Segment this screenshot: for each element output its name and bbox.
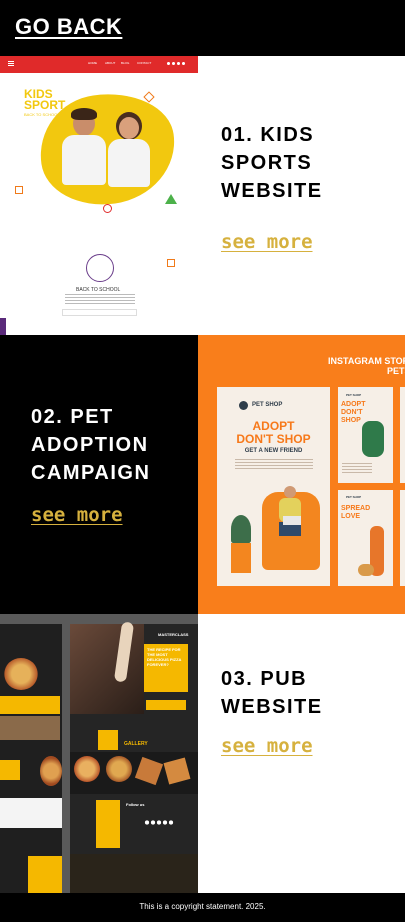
- back-to-school-heading: BACK TO SCHOOL: [76, 287, 121, 293]
- pet-adoption-thumbnail[interactable]: INSTAGRAM STORIES PETS PET SHOP ADOPT DO…: [198, 335, 405, 614]
- hands-dough-image: [70, 624, 144, 714]
- spread-love-headline: LOVE: [341, 513, 361, 520]
- kids-sport-logo: KIDS SPORT: [24, 87, 66, 112]
- see-more-link[interactable]: see more: [221, 231, 313, 253]
- shape-triangle-green: [165, 194, 177, 204]
- pizza-image: [40, 756, 62, 786]
- brand-name-small: PET SHOP: [346, 393, 362, 397]
- white-block: [0, 798, 62, 828]
- project-pub-website: MASTERCLASS THE RECIPE FOR THE MOST DELI…: [0, 614, 405, 893]
- social-icons: [144, 820, 174, 825]
- pizza-image: [106, 756, 132, 782]
- project-title-line: ADOPTION: [31, 434, 149, 456]
- story-card-small: PET SHOP SPREAD LOVE: [338, 490, 393, 586]
- person-illustration: [362, 421, 384, 457]
- yellow-block: [28, 856, 62, 893]
- adopt-small-headline: SHOP: [341, 417, 361, 424]
- story-card-edge: [400, 387, 405, 483]
- follow-label: Follow us: [126, 802, 145, 807]
- back-to-school-badge: [86, 254, 114, 282]
- plant-illustration: [231, 515, 251, 543]
- adopt-small-headline: DON'T: [341, 409, 363, 416]
- photo-block: [0, 716, 60, 740]
- menu-icon-mid: [8, 63, 14, 64]
- nav-item: CONTACT: [137, 61, 152, 65]
- copyright-text: This is a copyright statement. 2025.: [139, 902, 266, 911]
- brand-name: PET SHOP: [252, 402, 283, 408]
- project-title-line: SPORTS: [221, 152, 313, 174]
- spread-love-headline: SPREAD: [341, 505, 371, 512]
- purple-corner: [0, 318, 6, 335]
- body-text-lines: [342, 463, 372, 475]
- body-text-lines: [65, 294, 135, 304]
- story-card-main: PET SHOP ADOPT DON'T SHOP GET A NEW FRIE…: [217, 387, 330, 586]
- project-title-line: 03. PUB: [221, 668, 308, 690]
- project-title-line: 01. KIDS: [221, 124, 315, 146]
- pizza-image: [4, 658, 38, 690]
- project-title-line: WEBSITE: [221, 180, 323, 202]
- go-back-link[interactable]: GO BACK: [15, 14, 122, 40]
- adopt-headline: DON'T SHOP: [236, 432, 311, 446]
- pub-page-right: MASTERCLASS THE RECIPE FOR THE MOST DELI…: [70, 621, 198, 893]
- brand-name-small: PET SHOP: [346, 495, 362, 499]
- project-title-line: 02. PET: [31, 406, 114, 428]
- pub-page-left: [0, 624, 62, 893]
- masterclass-label: MASTERCLASS: [158, 632, 189, 637]
- nav-item: BLOG: [121, 61, 130, 65]
- project-kids-sports: HOME ABOUT BLOG CONTACT KIDS SPORT BACK T…: [0, 56, 405, 335]
- kid-girl-image: [108, 112, 150, 202]
- heart-icon: [239, 401, 248, 410]
- instagram-stories-banner: INSTAGRAM STORIES: [328, 356, 405, 366]
- shape-square-orange: [167, 259, 175, 267]
- shape-circle-red: [103, 204, 112, 213]
- recipe-banner: THE RECIPE FOR THE MOST DELICIOUS PIZZA …: [144, 644, 188, 692]
- body-text-lines: [235, 459, 313, 471]
- story-card-edge: [400, 490, 405, 586]
- project-title-line: WEBSITE: [221, 696, 323, 718]
- dog-illustration: [358, 564, 374, 576]
- footer-block: [70, 854, 198, 893]
- see-more-link[interactable]: see more: [221, 735, 313, 757]
- footer-bar: This is a copyright statement. 2025.: [0, 893, 405, 922]
- newsletter-input: [62, 309, 137, 316]
- kid-boy-image: [62, 108, 106, 201]
- laptop-illustration: [283, 516, 301, 525]
- yellow-block: [0, 760, 20, 780]
- nav-item: HOME: [88, 61, 97, 65]
- yellow-block: [0, 696, 60, 714]
- project-pet-adoption: 02. PET ADOPTION CAMPAIGN see more INSTA…: [0, 335, 405, 614]
- yellow-block: [98, 730, 118, 750]
- yellow-block: [146, 700, 186, 710]
- pizza-image: [74, 756, 100, 782]
- gallery-label: GALLERY: [124, 741, 148, 747]
- social-icons: [166, 61, 186, 66]
- pub-website-thumbnail[interactable]: MASTERCLASS THE RECIPE FOR THE MOST DELI…: [0, 614, 198, 893]
- shape-square-orange: [15, 186, 23, 194]
- nav-item: ABOUT: [105, 61, 116, 65]
- subheading: GET A NEW FRIEND: [244, 448, 303, 454]
- project-title-line: CAMPAIGN: [31, 462, 151, 484]
- thumbnail-navbar: HOME ABOUT BLOG CONTACT: [0, 56, 198, 73]
- story-card-small: PET SHOP ADOPT DON'T SHOP: [338, 387, 393, 483]
- header-bar: GO BACK: [0, 0, 405, 56]
- yellow-block: [96, 800, 120, 848]
- plant-stand: [231, 543, 251, 573]
- adopt-small-headline: ADOPT: [341, 401, 366, 408]
- recipe-text: FOREVER?: [147, 662, 169, 667]
- kids-sports-thumbnail[interactable]: HOME ABOUT BLOG CONTACT KIDS SPORT BACK T…: [0, 56, 198, 335]
- pets-banner: PETS: [387, 366, 405, 376]
- see-more-link[interactable]: see more: [31, 504, 123, 526]
- logo-tagline: BACK TO SCHOOL: [24, 112, 60, 117]
- adopt-headline: ADOPT: [252, 419, 295, 433]
